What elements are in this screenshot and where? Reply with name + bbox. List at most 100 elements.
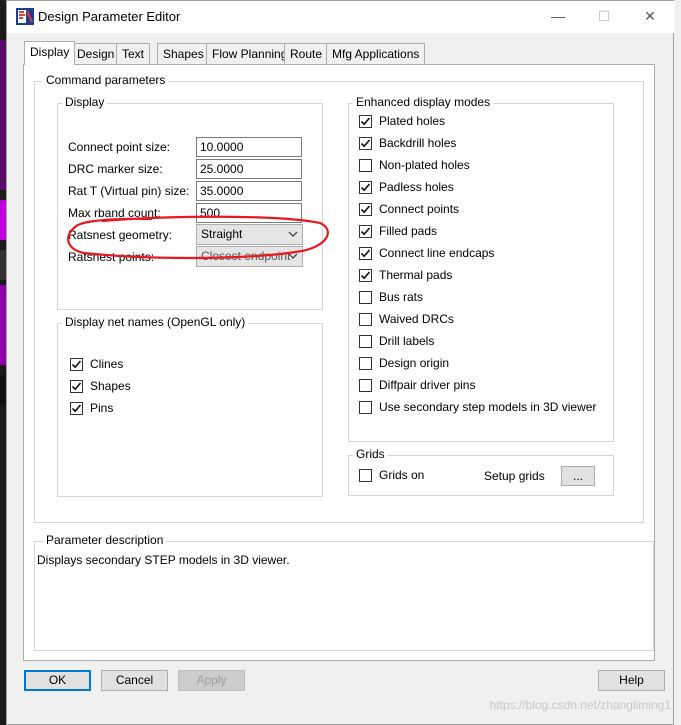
connect-point-size-label: Connect point size: [68, 140, 171, 154]
checkbox-connect-points[interactable]: Connect points [359, 201, 609, 221]
checkbox-shapes[interactable]: Shapes [70, 378, 310, 398]
checkbox-label: Waived DRCs [379, 312, 454, 326]
parameter-description-title: Parameter description [43, 533, 167, 547]
checkbox-non-plated-holes[interactable]: Non-plated holes [359, 157, 609, 177]
checkbox-box [359, 469, 372, 482]
tab-mfg-applications[interactable]: Mfg Applications [326, 43, 426, 64]
checkbox-drill-labels[interactable]: Drill labels [359, 333, 609, 353]
checkbox-label: Connect line endcaps [379, 246, 495, 260]
command-parameters-group: Command parameters Display Connect point… [34, 73, 644, 523]
net-names-group-title: Display net names (OpenGL only) [62, 315, 249, 329]
checkbox-pins[interactable]: Pins [70, 400, 310, 420]
checkbox-box [359, 269, 372, 282]
checkbox-filled-pads[interactable]: Filled pads [359, 223, 609, 243]
help-button[interactable]: Help [598, 670, 665, 691]
checkbox-thermal-pads[interactable]: Thermal pads [359, 267, 609, 287]
checkbox-design-origin[interactable]: Design origin [359, 355, 609, 375]
apply-button[interactable]: Apply [178, 670, 245, 691]
enhanced-display-modes-title: Enhanced display modes [353, 95, 494, 109]
checkbox-label: Bus rats [379, 290, 424, 304]
checkbox-label: Diffpair driver pins [379, 378, 476, 392]
checkbox-label: Connect points [379, 202, 460, 216]
tab-design[interactable]: Design [71, 43, 121, 64]
checkbox-box [359, 115, 372, 128]
checkbox-box [359, 335, 372, 348]
grids-group-title: Grids [353, 447, 388, 461]
display-group: Display Connect point size: 10.0000 DRC … [57, 95, 323, 310]
enhanced-display-modes-group: Enhanced display modes Plated holes Backd… [348, 95, 614, 442]
cancel-button[interactable]: Cancel [101, 670, 168, 691]
checkmark-icon [360, 183, 371, 192]
drc-marker-size-label: DRC marker size: [68, 162, 163, 176]
checkbox-diffpair-driver-pins[interactable]: Diffpair driver pins [359, 377, 609, 397]
watermark-text: https://blog.csdn.net/zhangliming1 [489, 698, 671, 712]
tab-display[interactable]: Display [24, 41, 76, 65]
checkbox-box [359, 313, 372, 326]
checkbox-label: Plated holes [379, 114, 446, 128]
checkbox-clines[interactable]: Clines [70, 356, 310, 376]
checkbox-box [359, 401, 372, 414]
drc-marker-size-field[interactable]: 25.0000 [196, 159, 302, 179]
net-names-group: Display net names (OpenGL only) Clines Sh… [57, 315, 323, 497]
connect-point-size-field[interactable]: 10.0000 [196, 137, 302, 157]
red-annotation-circle [67, 215, 329, 260]
tab-shapes[interactable]: Shapes [157, 43, 210, 64]
rat-t-size-field[interactable]: 35.0000 [196, 181, 302, 201]
checkbox-box [359, 203, 372, 216]
title-bar: Design Parameter Editor — ☐ ✕ [7, 1, 675, 33]
checkbox-label: Filled pads [379, 224, 438, 238]
checkmark-icon [360, 227, 371, 236]
checkbox-connect-line-endcaps[interactable]: Connect line endcaps [359, 245, 609, 265]
checkbox-box [70, 402, 83, 415]
minimize-button[interactable]: — [535, 1, 581, 32]
grids-on-label: Grids on [379, 468, 425, 482]
tab-flow-planning[interactable]: Flow Planning [206, 43, 294, 64]
checkmark-icon [71, 382, 82, 391]
checkbox-label: Use secondary step models in 3D viewer [379, 400, 597, 414]
maximize-button[interactable]: ☐ [581, 1, 627, 32]
checkmark-icon [360, 271, 371, 280]
checkbox-box [359, 291, 372, 304]
command-parameters-title: Command parameters [43, 73, 169, 87]
checkbox-label: Non-plated holes [379, 158, 470, 172]
checkbox-bus-rats[interactable]: Bus rats [359, 289, 609, 309]
setup-grids-button[interactable]: ... [561, 466, 595, 486]
checkbox-label: Shapes [90, 379, 131, 393]
checkbox-padless-holes[interactable]: Padless holes [359, 179, 609, 199]
checkbox-box [359, 137, 372, 150]
checkbox-label: Padless holes [379, 180, 454, 194]
checkbox-use-secondary-step-models-in-3d-viewer[interactable]: Use secondary step models in 3D viewer [359, 399, 609, 419]
display-group-title: Display [62, 95, 108, 109]
checkbox-label: Pins [90, 401, 114, 415]
checkbox-waived-drcs[interactable]: Waived DRCs [359, 311, 609, 331]
checkmark-icon [360, 205, 371, 214]
checkbox-box [359, 225, 372, 238]
checkbox-box [359, 159, 372, 172]
ok-button[interactable]: OK [24, 670, 91, 691]
grids-on-checkbox[interactable]: Grids on [359, 467, 439, 487]
checkbox-label: Design origin [379, 356, 450, 370]
checkmark-icon [71, 404, 82, 413]
setup-grids-label: Setup grids [484, 469, 545, 483]
checkmark-icon [71, 360, 82, 369]
tab-text[interactable]: Text [116, 43, 151, 64]
checkbox-box [70, 358, 83, 371]
checkbox-label: Thermal pads [379, 268, 453, 282]
parameter-description-text: Displays secondary STEP models in 3D vie… [37, 553, 290, 567]
checkbox-box [359, 247, 372, 260]
checkmark-icon [360, 139, 371, 148]
window-title: Design Parameter Editor [38, 9, 181, 24]
checkbox-box [70, 380, 83, 393]
allegro-app-icon [16, 8, 34, 25]
checkbox-box [359, 181, 372, 194]
rat-t-size-label: Rat T (Virtual pin) size: [68, 184, 190, 198]
parameter-description-group: Parameter description Displays secondary… [34, 533, 654, 651]
checkmark-icon [360, 117, 371, 126]
checkbox-plated-holes[interactable]: Plated holes [359, 113, 609, 133]
tab-route[interactable]: Route [284, 43, 329, 64]
close-button[interactable]: ✕ [627, 1, 673, 32]
checkbox-label: Clines [90, 357, 124, 371]
checkbox-label: Drill labels [379, 334, 435, 348]
checkbox-box [359, 357, 372, 370]
checkbox-backdrill-holes[interactable]: Backdrill holes [359, 135, 609, 155]
